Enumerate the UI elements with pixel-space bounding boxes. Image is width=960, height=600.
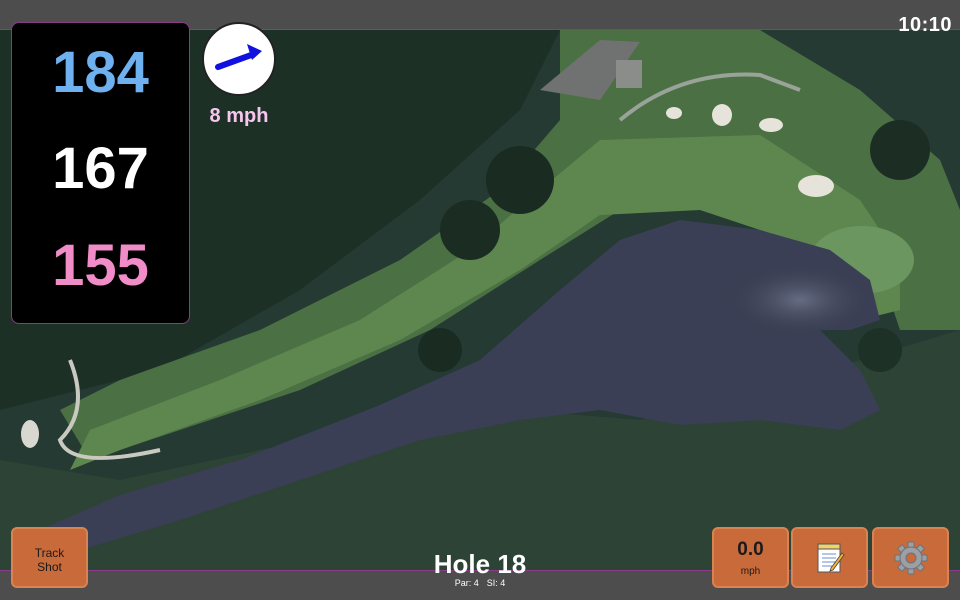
speed-button[interactable]: 0.0 mph [712, 527, 789, 588]
hole-stroke-index: SI: 4 [486, 578, 506, 588]
hole-meta: Par: 4 SI: 4 [380, 578, 580, 588]
hole-title: Hole 18 [433, 549, 527, 579]
distance-panel: 184 167 155 [11, 22, 190, 324]
center-distance: 167 [52, 136, 149, 201]
speed-value: 0.0 [737, 539, 764, 560]
wind-speed: 8 mph [209, 105, 269, 127]
front-distance: 155 [52, 233, 149, 298]
notepad-icon [817, 543, 845, 572]
wind-dial [202, 22, 276, 96]
track-shot-label: Track Shot [34, 546, 65, 574]
settings-button[interactable] [872, 527, 949, 588]
gear-icon [894, 541, 927, 574]
clock: 10:10 [898, 14, 952, 36]
wind-arrow-icon [215, 44, 262, 70]
speed-unit: mph [740, 566, 761, 577]
hole-par: Par: 4 [454, 578, 479, 588]
notes-button[interactable] [791, 527, 868, 588]
back-distance: 184 [52, 40, 149, 105]
track-shot-button[interactable]: Track Shot [11, 527, 88, 588]
